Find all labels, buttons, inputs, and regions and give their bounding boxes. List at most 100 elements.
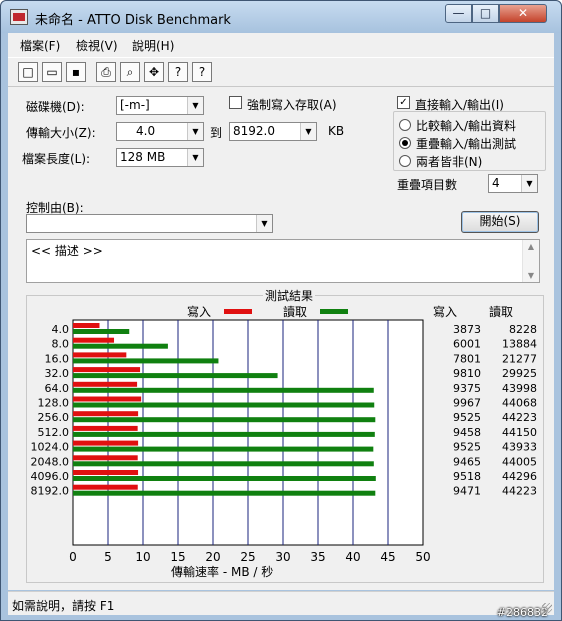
read-bar <box>73 461 374 467</box>
chevron-down-icon[interactable]: ▼ <box>187 97 203 114</box>
y-category-label: 8.0 <box>52 338 70 351</box>
radio-compare-io[interactable] <box>399 119 411 131</box>
chevron-down-icon[interactable]: ▼ <box>187 123 203 140</box>
x-axis-label: 傳輸速率 - MB / 秒 <box>171 565 274 579</box>
write-value: 9810 <box>453 367 481 380</box>
radio-compare-io-label: 比較輸入/輸出資料 <box>416 119 517 133</box>
y-category-label: 32.0 <box>45 367 70 380</box>
direct-io-checkbox[interactable]: ✓ <box>397 96 410 109</box>
app-icon[interactable] <box>10 9 28 25</box>
transfer-from-value: 4.0 <box>136 124 156 138</box>
write-value: 9458 <box>453 426 481 439</box>
force-write-checkbox[interactable] <box>229 96 242 109</box>
x-tick-label: 15 <box>170 550 185 564</box>
chevron-down-icon[interactable]: ▼ <box>187 149 203 166</box>
drive-value: [-m-] <box>120 98 150 112</box>
write-bar <box>73 396 142 402</box>
write-bar <box>73 440 139 446</box>
write-value: 9518 <box>453 470 481 483</box>
move-icon[interactable]: ✥ <box>144 62 164 82</box>
read-bar <box>73 373 278 379</box>
y-category-label: 1024.0 <box>31 441 70 454</box>
read-value: 43933 <box>502 441 537 454</box>
write-bar <box>73 455 138 461</box>
radio-neither-label: 兩者皆非(N) <box>416 155 483 169</box>
drive-label: 磁碟機(D): <box>26 100 85 114</box>
start-button[interactable]: 開始(S) <box>461 211 539 233</box>
app-window: 未命名 - ATTO Disk Benchmark — □ ✕ 檔案(F) 檢視… <box>0 0 562 621</box>
write-value: 9967 <box>453 397 481 410</box>
help-icon[interactable]: ? <box>168 62 188 82</box>
y-category-label: 16.0 <box>45 352 70 365</box>
queue-depth-select[interactable]: 4 ▼ <box>488 174 538 193</box>
write-value: 9471 <box>453 485 481 498</box>
scroll-up-icon[interactable]: ▲ <box>523 242 539 251</box>
description-text: << 描述 >> <box>31 244 103 258</box>
write-bar <box>73 337 115 343</box>
unit-label: KB <box>328 124 345 138</box>
y-category-label: 2048.0 <box>31 455 70 468</box>
read-bar <box>73 358 219 364</box>
open-folder-icon[interactable]: ▭ <box>42 62 62 82</box>
y-category-label: 8192.0 <box>31 485 70 498</box>
x-tick-label: 0 <box>69 550 77 564</box>
description-scrollbar[interactable]: ▲ ▼ <box>522 240 539 282</box>
write-value: 9525 <box>453 441 481 454</box>
print-preview-icon[interactable]: ⌕ <box>120 62 140 82</box>
close-button[interactable]: ✕ <box>499 4 547 23</box>
chevron-down-icon[interactable]: ▼ <box>256 215 272 232</box>
read-bar <box>73 402 375 408</box>
file-length-value: 128 MB <box>120 150 166 164</box>
transfer-to-value: 8192.0 <box>233 124 275 138</box>
write-bar <box>73 352 127 358</box>
description-textarea[interactable]: << 描述 >> ▲ ▼ <box>26 239 540 283</box>
write-value: 6001 <box>453 338 481 351</box>
read-value: 21277 <box>502 352 537 365</box>
radio-neither[interactable] <box>399 155 411 167</box>
title-bar[interactable]: 未命名 - ATTO Disk Benchmark — □ ✕ <box>1 1 561 33</box>
context-help-icon[interactable]: ? <box>192 62 212 82</box>
x-tick-label: 40 <box>345 550 360 564</box>
to-label: 到 <box>210 126 223 140</box>
results-group: 測試結果 寫入 讀取 寫入 讀取 0 5 10 15 20 25 30 35 40 45 50 4.0… <box>26 287 544 583</box>
write-bar <box>73 411 139 417</box>
chevron-down-icon[interactable]: ▼ <box>521 175 537 192</box>
queue-depth-value: 4 <box>492 176 500 190</box>
file-length-select[interactable]: 128 MB ▼ <box>116 148 204 167</box>
read-value: 44223 <box>502 411 537 424</box>
transfer-to-select[interactable]: 8192.0 ▼ <box>229 122 317 141</box>
read-bar <box>73 490 376 496</box>
scroll-down-icon[interactable]: ▼ <box>523 271 539 280</box>
menu-file[interactable]: 檔案(F) <box>20 37 60 54</box>
write-bar <box>73 367 141 373</box>
read-bar <box>73 329 130 334</box>
radio-overlapped-io[interactable] <box>399 137 411 149</box>
chevron-down-icon[interactable]: ▼ <box>300 123 316 140</box>
read-bar <box>73 476 376 481</box>
read-value: 13884 <box>502 338 537 351</box>
read-value: 29925 <box>502 367 537 380</box>
controlled-by-select[interactable]: ▼ <box>26 214 273 233</box>
file-length-label: 檔案長度(L): <box>22 152 91 166</box>
new-document-icon[interactable]: □ <box>18 62 38 82</box>
x-tick-label: 20 <box>205 550 220 564</box>
x-tick-label: 50 <box>415 550 430 564</box>
y-category-label: 4.0 <box>52 323 70 336</box>
menu-view[interactable]: 檢視(V) <box>76 37 118 54</box>
x-tick-label: 30 <box>275 550 290 564</box>
read-value: 44223 <box>502 485 537 498</box>
size-grip[interactable] <box>542 603 552 613</box>
read-value: 43998 <box>502 382 537 395</box>
window-title: 未命名 - ATTO Disk Benchmark <box>35 13 231 28</box>
save-icon[interactable]: ▪ <box>66 62 86 82</box>
x-tick-label: 5 <box>104 550 112 564</box>
write-bar <box>73 484 138 490</box>
transfer-from-select[interactable]: 4.0 ▼ <box>116 122 204 141</box>
maximize-button[interactable]: □ <box>472 4 499 23</box>
drive-select[interactable]: [-m-] ▼ <box>116 96 204 115</box>
menu-help[interactable]: 說明(H) <box>132 37 174 54</box>
print-icon[interactable]: ⎙ <box>96 62 116 82</box>
minimize-button[interactable]: — <box>445 4 472 23</box>
watermark: #286832 <box>496 606 548 619</box>
read-value: 44068 <box>502 397 537 410</box>
